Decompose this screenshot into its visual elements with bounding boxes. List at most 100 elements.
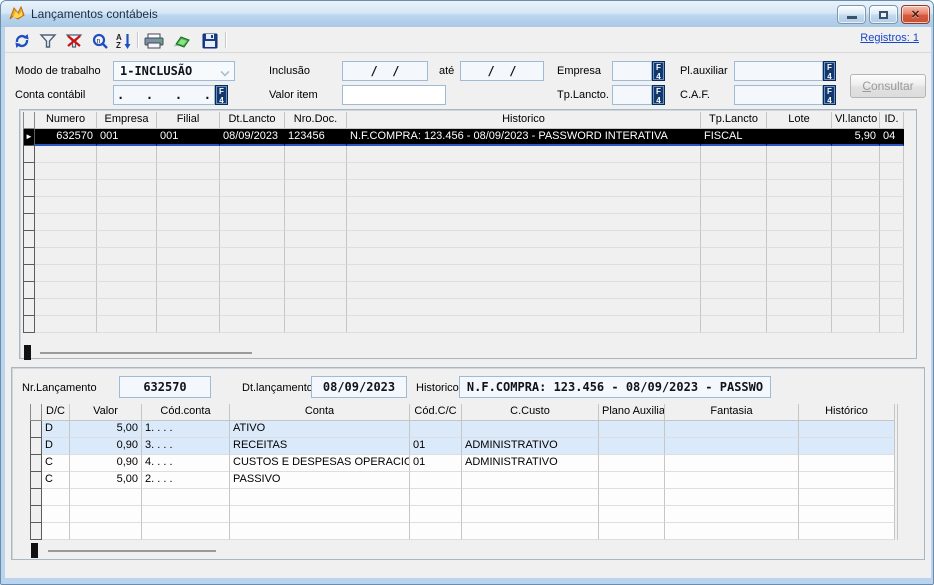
grid-cell[interactable] — [220, 214, 285, 231]
grid-cell[interactable] — [347, 163, 701, 180]
grid-cell[interactable] — [599, 489, 665, 506]
main-grid-hscroll-thumb[interactable] — [24, 345, 31, 360]
grid-cell[interactable]: C — [42, 455, 70, 472]
grid-cell[interactable] — [70, 506, 142, 523]
grid-cell[interactable] — [701, 282, 767, 299]
grid-cell[interactable] — [832, 316, 880, 333]
grid-cell[interactable] — [142, 489, 230, 506]
tp-lancto-f4-button[interactable]: F 4 — [652, 85, 665, 105]
grid-cell[interactable] — [832, 265, 880, 282]
grid-cell[interactable] — [157, 248, 220, 265]
tp-lancto-field[interactable] — [612, 85, 652, 105]
grid-cell[interactable] — [157, 180, 220, 197]
grid-cell[interactable]: 2. . . . — [142, 472, 230, 489]
empty-row[interactable] — [23, 197, 905, 214]
valor-item-field[interactable] — [342, 85, 446, 105]
row-selector[interactable] — [23, 248, 35, 265]
grid-cell[interactable] — [832, 180, 880, 197]
grid-cell[interactable] — [462, 506, 599, 523]
grid-cell[interactable] — [832, 163, 880, 180]
grid-cell[interactable] — [157, 265, 220, 282]
grid-cell[interactable] — [767, 197, 832, 214]
grid-cell[interactable] — [767, 129, 832, 146]
grid-cell[interactable] — [347, 146, 701, 163]
grid-cell[interactable] — [832, 299, 880, 316]
grid-cell[interactable] — [347, 214, 701, 231]
grid-cell[interactable] — [285, 265, 347, 282]
grid-cell[interactable] — [97, 299, 157, 316]
grid-cell[interactable] — [880, 316, 904, 333]
grid-cell[interactable] — [285, 214, 347, 231]
row-selector[interactable] — [30, 438, 42, 455]
grid-cell[interactable] — [347, 299, 701, 316]
detail-grid-vscroll-track[interactable] — [897, 404, 907, 540]
grid-cell[interactable] — [880, 299, 904, 316]
grid-cell[interactable] — [97, 146, 157, 163]
grid-cell[interactable]: RECEITAS — [230, 438, 410, 455]
filter-button[interactable] — [37, 30, 59, 52]
grid-cell[interactable] — [42, 523, 70, 540]
grid-cell[interactable] — [799, 506, 895, 523]
grid-cell[interactable] — [220, 265, 285, 282]
grid-cell[interactable] — [97, 163, 157, 180]
grid-cell[interactable] — [42, 489, 70, 506]
grid-cell[interactable]: 1. . . . — [142, 421, 230, 438]
caf-f4-button[interactable]: F 4 — [823, 85, 836, 105]
row-selector[interactable] — [23, 265, 35, 282]
grid-cell[interactable] — [665, 438, 799, 455]
grid-cell[interactable] — [70, 523, 142, 540]
grid-cell[interactable] — [880, 248, 904, 265]
empty-row[interactable] — [23, 231, 905, 248]
grid-cell[interactable] — [35, 316, 97, 333]
grid-cell[interactable] — [701, 248, 767, 265]
grid-cell[interactable]: 4. . . . — [142, 455, 230, 472]
grid-cell[interactable] — [230, 506, 410, 523]
grid-cell[interactable]: ATIVO — [230, 421, 410, 438]
pl-auxiliar-f4-button[interactable]: F 4 — [823, 61, 836, 81]
historico-field[interactable]: N.F.COMPRA: 123.456 - 08/09/2023 - PASSW… — [459, 376, 771, 398]
grid-cell[interactable] — [97, 282, 157, 299]
grid-cell[interactable] — [701, 231, 767, 248]
grid-cell[interactable]: 001 — [97, 129, 157, 146]
grid-cell[interactable]: 01 — [410, 438, 462, 455]
grid-cell[interactable] — [665, 506, 799, 523]
grid-cell[interactable] — [35, 163, 97, 180]
grid-cell[interactable] — [599, 455, 665, 472]
grid-cell[interactable]: PASSIVO — [230, 472, 410, 489]
grid-cell[interactable] — [97, 316, 157, 333]
grid-cell[interactable] — [701, 146, 767, 163]
modo-de-trabalho-combo[interactable]: 1-INCLUSÃO — [113, 61, 235, 81]
grid-cell[interactable]: 01 — [410, 455, 462, 472]
grid-cell[interactable] — [767, 299, 832, 316]
grid-cell[interactable] — [347, 180, 701, 197]
grid-cell[interactable] — [410, 489, 462, 506]
empty-row[interactable] — [23, 248, 905, 265]
grid-cell[interactable] — [347, 231, 701, 248]
row-selector[interactable] — [23, 282, 35, 299]
grid-cell[interactable] — [220, 282, 285, 299]
empresa-field[interactable] — [612, 61, 652, 81]
grid-cell[interactable] — [285, 248, 347, 265]
grid-cell[interactable] — [832, 214, 880, 231]
save-button[interactable] — [199, 30, 221, 52]
grid-cell[interactable] — [462, 472, 599, 489]
grid-cell[interactable] — [142, 523, 230, 540]
grid-cell[interactable] — [35, 180, 97, 197]
grid-cell[interactable] — [35, 299, 97, 316]
grid-cell[interactable] — [347, 316, 701, 333]
grid-cell[interactable] — [880, 197, 904, 214]
grid-cell[interactable] — [410, 472, 462, 489]
grid-cell[interactable] — [665, 489, 799, 506]
grid-cell[interactable] — [157, 163, 220, 180]
table-row[interactable]: D5,001. . . .ATIVO — [30, 421, 908, 438]
grid-cell[interactable] — [220, 180, 285, 197]
grid-cell[interactable]: N.F.COMPRA: 123.456 - 08/09/2023 - PASSW… — [347, 129, 701, 146]
grid-cell[interactable]: ADMINISTRATIVO — [462, 455, 599, 472]
grid-cell[interactable] — [285, 197, 347, 214]
grid-cell[interactable]: 5,00 — [70, 472, 142, 489]
grid-cell[interactable] — [462, 523, 599, 540]
grid-cell[interactable]: 123456 — [285, 129, 347, 146]
maximize-button[interactable] — [869, 5, 898, 24]
grid-cell[interactable] — [799, 438, 895, 455]
grid-cell[interactable] — [767, 214, 832, 231]
